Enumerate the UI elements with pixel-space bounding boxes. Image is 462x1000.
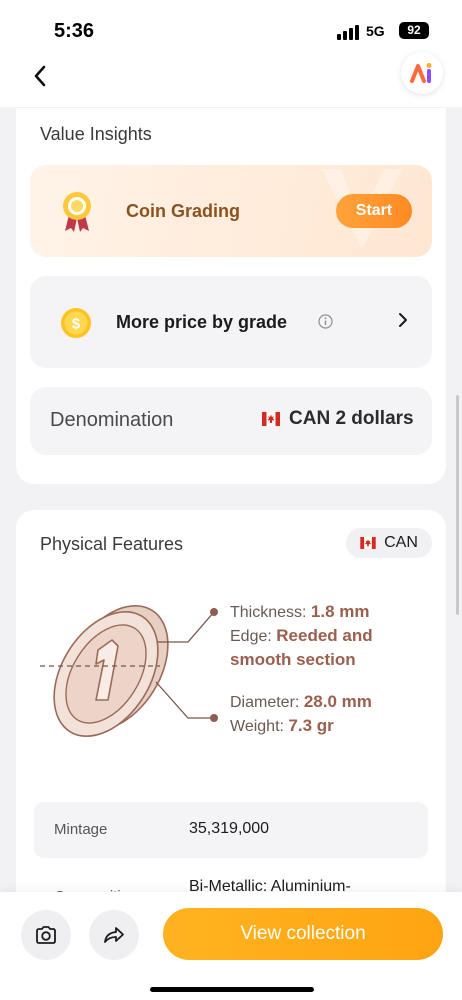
diameter-value: 28.0 mm — [303, 692, 372, 711]
status-bar: 5:36 5G 92 — [0, 0, 462, 52]
mintage-value: 35,319,000 — [189, 820, 270, 837]
svg-text:$: $ — [72, 316, 81, 333]
chevron-right-icon — [399, 313, 407, 327]
mintage-row: Mintage 35,319,000 — [34, 802, 428, 858]
diameter-weight-block: Diameter: 28.0 mm Weight: 7.3 gr — [230, 690, 372, 738]
camera-button[interactable] — [21, 910, 71, 960]
price-by-grade-row[interactable]: $ More price by grade — [30, 276, 432, 368]
coin-illustration — [40, 604, 218, 738]
app-logo[interactable] — [401, 52, 443, 94]
diameter-line: Diameter: 28.0 mm — [230, 690, 372, 714]
country-chip[interactable]: CAN — [346, 528, 432, 558]
coin-grading-row[interactable]: Coin Grading Start — [30, 165, 432, 257]
denomination-value: CAN 2 dollars — [289, 408, 414, 430]
edge-line-2: smooth section — [230, 648, 373, 672]
edge-line: Edge: Reeded and — [230, 624, 373, 648]
denomination-country: CAN — [289, 408, 331, 429]
ai-logo-icon — [410, 63, 432, 83]
value-insights-card: Value Insights Coin Grading Start $ More… — [16, 108, 446, 484]
weight-label: Weight: — [230, 718, 284, 735]
chevron-left-icon — [34, 65, 46, 87]
canada-flag-icon — [360, 537, 376, 549]
camera-icon — [36, 926, 56, 944]
canada-flag-icon — [262, 412, 280, 426]
denomination-row: Denomination CAN 2 dollars — [30, 387, 432, 455]
physical-features-title: Physical Features — [40, 534, 184, 554]
edge-value-2: smooth section — [230, 650, 356, 669]
home-indicator — [150, 987, 314, 992]
view-collection-button[interactable]: View collection — [163, 908, 443, 960]
denomination-amount: 2 dollars — [335, 408, 414, 429]
coin-grading-label: Coin Grading — [126, 201, 240, 221]
start-grading-button[interactable]: Start — [336, 194, 412, 228]
battery-icon: 92 — [399, 22, 429, 39]
edge-label: Edge: — [230, 628, 272, 645]
physical-features-card: Physical Features CAN Thickness: 1.8 mm — [16, 510, 446, 910]
scroll-indicator[interactable] — [456, 395, 459, 615]
top-nav — [0, 52, 462, 107]
info-icon[interactable] — [318, 314, 333, 329]
edge-value-1: Reeded and — [276, 626, 373, 645]
price-by-grade-label: More price by grade — [116, 312, 288, 332]
share-icon — [104, 927, 124, 943]
denomination-label: Denomination — [50, 409, 174, 431]
status-time: 5:36 — [54, 20, 95, 42]
signal-icon — [337, 25, 359, 40]
thickness-line: Thickness: 1.8 mm — [230, 600, 373, 624]
back-button[interactable] — [22, 58, 58, 94]
bottom-action-bar: View collection — [0, 892, 462, 1000]
thickness-edge-block: Thickness: 1.8 mm Edge: Reeded and smoot… — [230, 600, 373, 672]
weight-value: 7.3 gr — [288, 716, 334, 735]
dollar-coin-icon: $ — [61, 308, 91, 338]
award-ribbon-icon — [63, 192, 91, 232]
thickness-label: Thickness: — [230, 604, 307, 621]
share-button[interactable] — [89, 910, 139, 960]
country-chip-label: CAN — [384, 534, 418, 551]
diameter-label: Diameter: — [230, 694, 300, 711]
weight-line: Weight: 7.3 gr — [230, 714, 372, 738]
value-insights-title: Value Insights — [40, 124, 152, 144]
mintage-label: Mintage — [54, 821, 108, 838]
thickness-value: 1.8 mm — [310, 602, 370, 621]
network-type: 5G — [366, 23, 385, 39]
